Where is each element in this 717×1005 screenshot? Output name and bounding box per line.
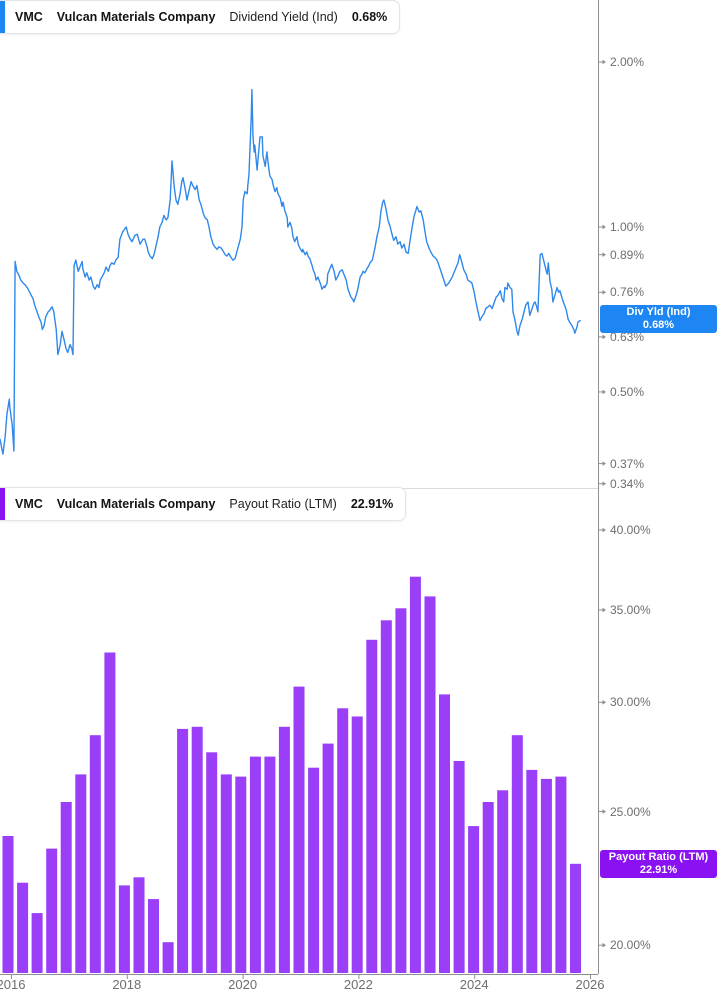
payout-ratio-axis-tick-label: 40.00% (610, 523, 651, 537)
payout-ratio-bar (206, 752, 218, 973)
dividend-yield-axis-tick-label: 0.50% (610, 384, 645, 399)
payout-ratio-bar (46, 848, 58, 973)
current-payout-ratio-badge: Payout Ratio (LTM) 22.91% (600, 849, 717, 878)
payout-ratio-bar (482, 802, 494, 973)
dividend-yield-axis-tick-arrow (602, 334, 606, 340)
payout-ratio-bar (17, 882, 29, 973)
ticker-label: VMC (15, 497, 43, 511)
payout-ratio-bar (191, 726, 203, 973)
payout-ratio-bar (424, 596, 436, 973)
payout-ratio-bar (322, 743, 334, 973)
metric-value: 22.91% (350, 497, 394, 511)
payout-ratio-axis-tick-label: 30.00% (610, 695, 651, 710)
dividend-yield-axis-tick-arrow (602, 252, 606, 258)
payout-ratio-bar (118, 885, 130, 973)
payout-ratio-bar (555, 776, 567, 973)
payout-ratio-bar (526, 769, 538, 973)
payout-ratio-bar (220, 774, 232, 973)
company-name: Vulcan Materials Company (56, 10, 216, 24)
year-tick-label: 2018 (112, 977, 142, 992)
payout-ratio-bar (395, 608, 407, 973)
payout-ratio-bar (540, 778, 552, 973)
payout-ratio-bar (511, 735, 523, 973)
ticker-label: VMC (15, 10, 43, 24)
dividend-yield-axis-tick-arrow (602, 224, 606, 230)
current-dividend-yield-badge: Div Yld (Ind) 0.68% (600, 304, 717, 333)
dividend-yield-axis-tick-arrow (602, 389, 606, 395)
payout-ratio-bar (453, 761, 465, 973)
payout-ratio-axis-tick-arrow (602, 942, 606, 948)
dividend-yield-axis-tick-label: 0.37% (610, 456, 645, 471)
payout-ratio-bar (308, 767, 320, 973)
payout-ratio-bar (264, 756, 276, 973)
dividend-yield-axis-tick-arrow (602, 481, 606, 487)
payout-ratio-axis-tick-label: 20.00% (610, 938, 651, 953)
payout-ratio-bar (409, 576, 421, 973)
payout-ratio-bar (380, 620, 392, 973)
payout-ratio-bar (249, 756, 261, 973)
payout-ratio-bar (104, 652, 116, 973)
payout-ratio-legend-chip[interactable]: VMC Vulcan Materials Company Payout Rati… (0, 487, 407, 521)
payout-ratio-bar (177, 728, 189, 973)
dividend-yield-axis-tick-label: 0.76% (610, 285, 645, 300)
metric-name: Dividend Yield (Ind) (229, 10, 338, 24)
payout-ratio-bar (337, 708, 349, 973)
year-tick-label: 2026 (575, 977, 605, 992)
payout-ratio-bar (497, 790, 509, 973)
payout-ratio-bar (75, 774, 87, 973)
dividend-yield-axis-tick-arrow (602, 289, 606, 295)
payout-ratio-bar (468, 826, 480, 973)
dividend-yield-axis-tick-label: 2.00% (610, 55, 645, 69)
payout-ratio-bar (31, 913, 43, 973)
payout-ratio-axis-tick-arrow (602, 809, 606, 814)
payout-ratio-bar (148, 899, 159, 973)
payout-ratio-bar (439, 694, 450, 973)
year-tick-label: 2024 (459, 977, 489, 992)
payout-ratio-bar (366, 639, 378, 973)
year-tick-label: 2016 (0, 977, 26, 992)
badge-series-label: Div Yld (Ind) (626, 305, 691, 318)
payout-ratio-axis-tick-label: 35.00% (610, 602, 651, 617)
payout-ratio-axis-tick-label: 25.00% (610, 804, 651, 819)
payout-ratio-bar (278, 726, 290, 973)
dividend-yield-line (0, 89, 581, 455)
dividend-yield-axis-tick-arrow (602, 461, 606, 466)
dividend-yield-axis-tick-arrow (602, 59, 606, 65)
payout-ratio-bar (293, 686, 305, 973)
badge-value-label: 0.68% (642, 318, 675, 331)
metric-value: 0.68% (351, 10, 388, 24)
payout-ratio-bar (351, 716, 363, 973)
purple-series-accent-bar (0, 488, 5, 520)
dividend-yield-legend-chip[interactable]: VMC Vulcan Materials Company Dividend Yi… (0, 0, 401, 34)
payout-ratio-bar (162, 942, 174, 973)
payout-ratio-bar (133, 877, 145, 973)
payout-ratio-bar (570, 863, 581, 973)
payout-ratio-axis-tick-arrow (602, 527, 606, 533)
badge-series-label: Payout Ratio (LTM) (608, 850, 709, 863)
payout-ratio-bar (2, 836, 14, 973)
dividend-yield-axis-tick-label: 0.89% (610, 247, 645, 262)
year-tick-label: 2020 (228, 977, 258, 992)
company-name: Vulcan Materials Company (56, 497, 216, 511)
payout-ratio-axis-tick-arrow (602, 700, 606, 705)
stock-metric-charts: VMC Vulcan Materials Company Dividend Yi… (0, 0, 717, 1005)
year-tick-label: 2022 (343, 977, 373, 992)
payout-ratio-bar (60, 802, 72, 973)
dividend-yield-axis-tick-label: 0.34% (610, 476, 645, 491)
metric-name: Payout Ratio (LTM) (229, 497, 337, 511)
payout-ratio-axis-tick-arrow (602, 607, 606, 613)
dividend-yield-axis-tick-label: 1.00% (610, 219, 645, 234)
payout-ratio-bar (89, 735, 101, 973)
badge-value-label: 22.91% (639, 863, 678, 876)
blue-series-accent-bar (0, 1, 5, 33)
payout-ratio-bar (235, 776, 247, 973)
